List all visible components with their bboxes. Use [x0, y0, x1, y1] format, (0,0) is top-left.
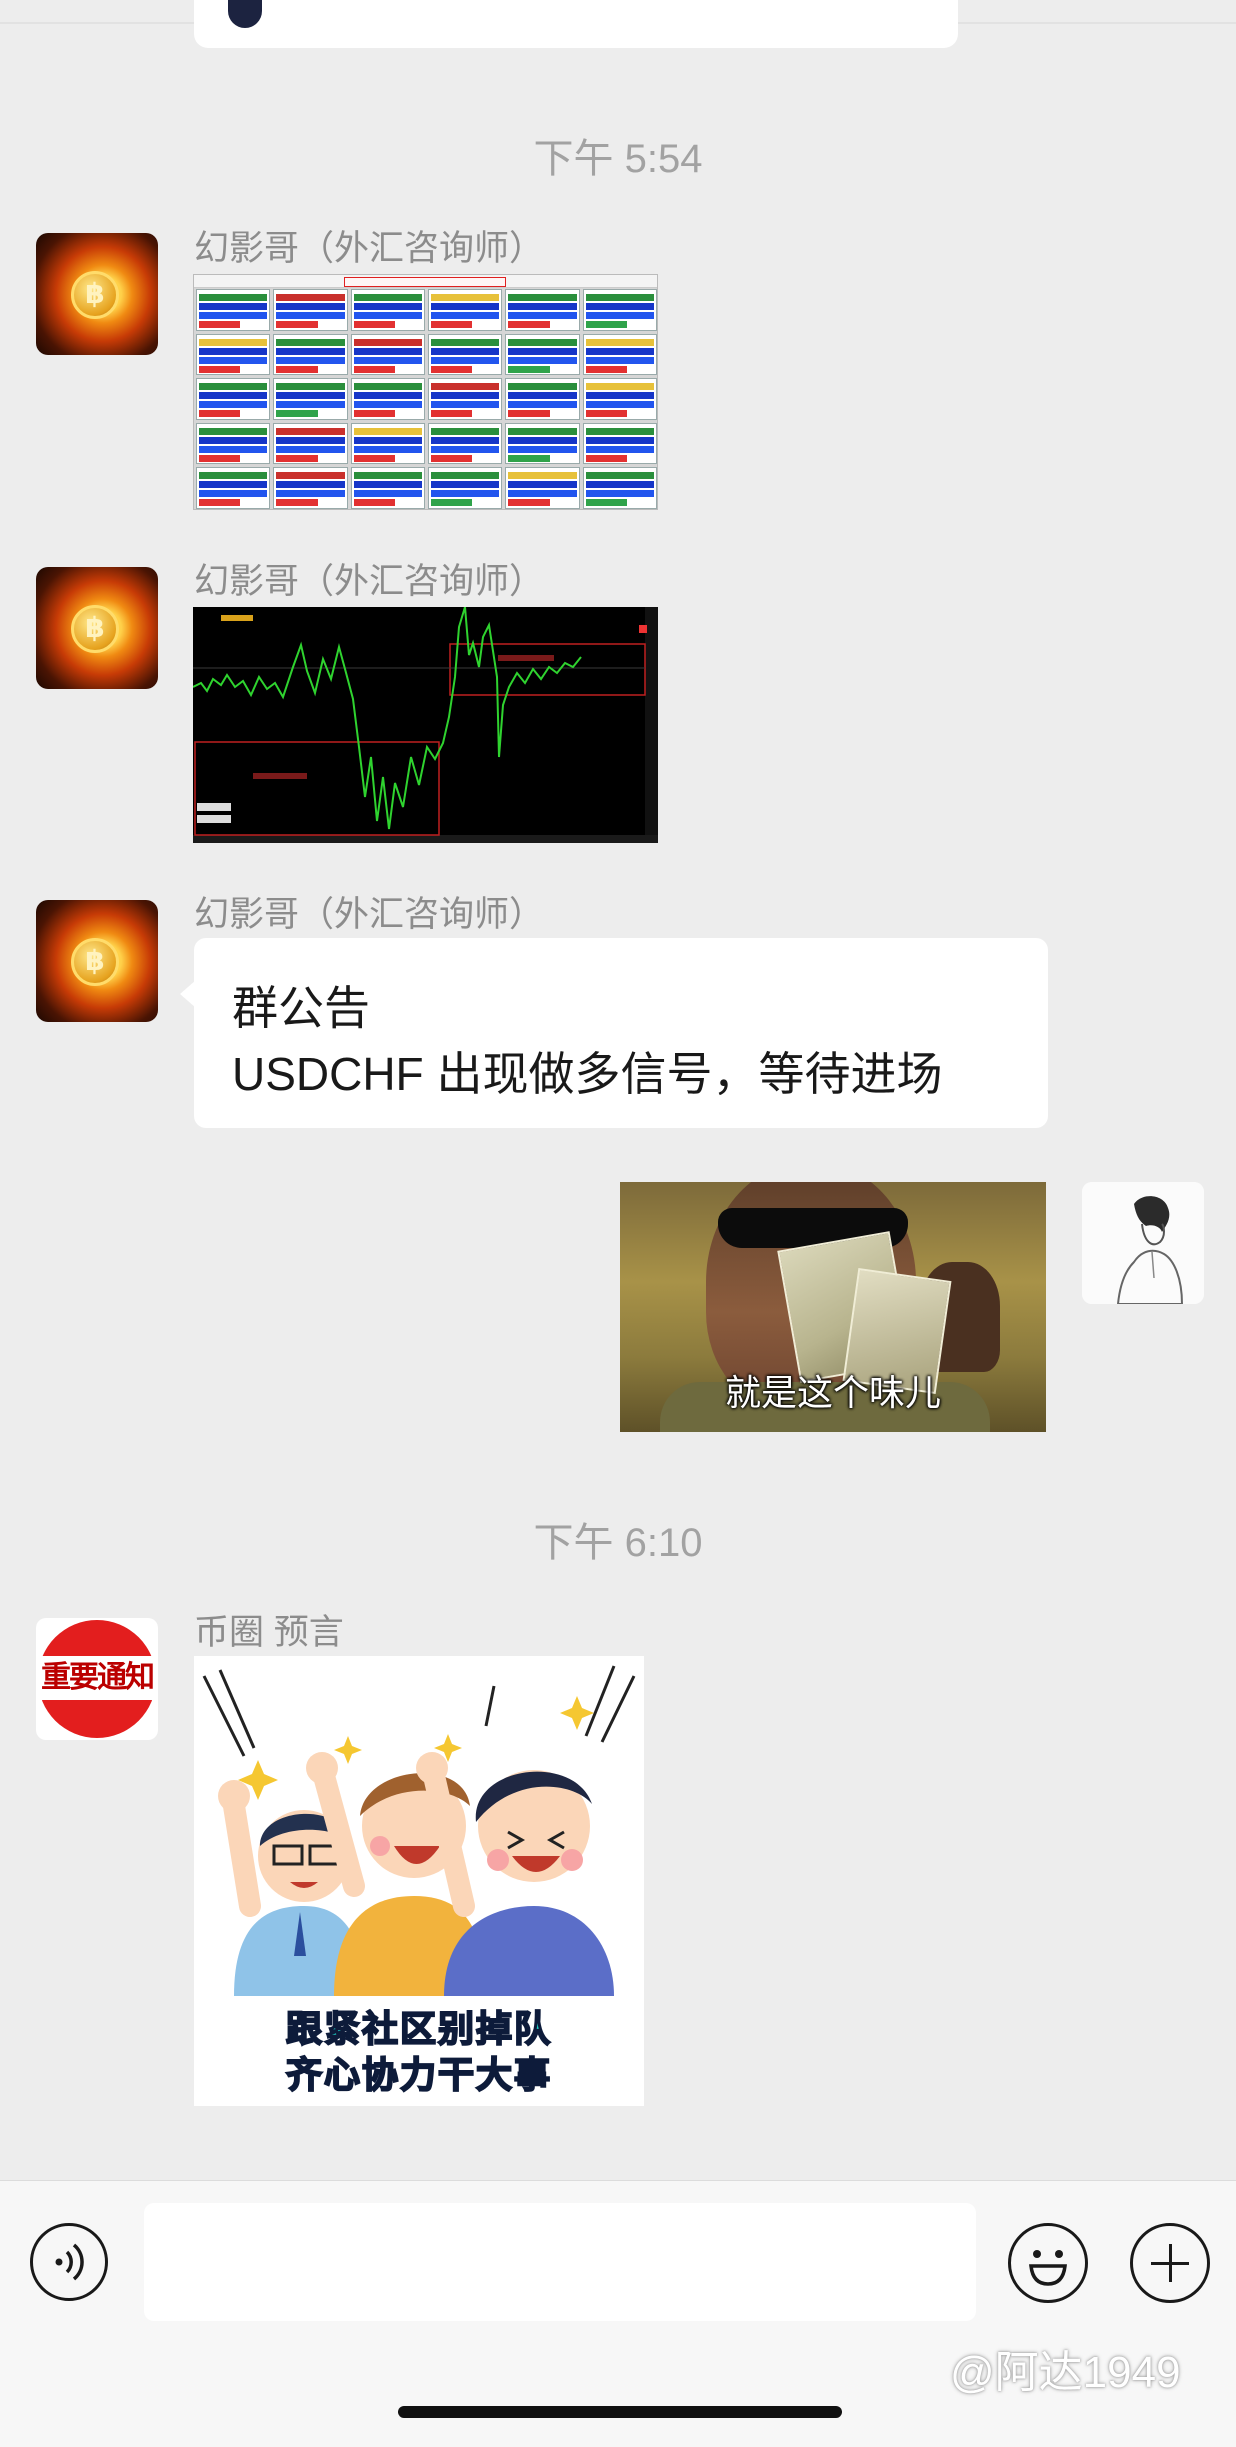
- home-indicator[interactable]: [398, 2406, 842, 2418]
- sender-name: 幻影哥（外汇咨询师）: [194, 229, 545, 268]
- emoji-icon[interactable]: [1008, 2223, 1088, 2303]
- sender-name: 幻影哥（外汇咨询师）: [194, 562, 545, 601]
- bitcoin-avatar[interactable]: ฿: [36, 567, 158, 689]
- announcement-bubble[interactable]: 群公告 USDCHF 出现做多信号，等待进场: [180, 938, 1048, 1128]
- message-input[interactable]: [144, 2203, 976, 2321]
- sticker-caption: 就是这个味儿: [724, 1372, 941, 1413]
- bitcoin-symbol-icon: ฿: [85, 612, 105, 643]
- notice-avatar[interactable]: 重要通知: [36, 1618, 158, 1740]
- cartoon-image[interactable]: 跟紧社区别掉队 齐心协力干大事: [194, 1656, 644, 2106]
- bitcoin-avatar[interactable]: ฿: [36, 233, 158, 355]
- watermark: @阿达1949: [950, 2348, 1181, 2397]
- sender-name: 币圈 预言: [194, 1613, 344, 1652]
- voice-icon[interactable]: [30, 2223, 108, 2301]
- self-avatar[interactable]: [1082, 1182, 1204, 1304]
- signal-grid: [196, 289, 657, 509]
- link-icon: [228, 0, 262, 28]
- sticker-image[interactable]: 就是这个味儿: [620, 1182, 1046, 1432]
- sketch-boy-icon: [1082, 1182, 1204, 1304]
- sender-name: 幻影哥（外汇咨询师）: [194, 895, 545, 934]
- window-title-highlight: [344, 277, 506, 287]
- trading-dashboard-image[interactable]: [193, 274, 658, 510]
- previous-message-bubble[interactable]: [194, 0, 958, 48]
- bitcoin-symbol-icon: ฿: [85, 945, 105, 976]
- cartoon-caption-line1: 跟紧社区别掉队: [285, 2007, 552, 2050]
- cheering-people-illustration: [202, 1665, 636, 1996]
- bitcoin-avatar[interactable]: ฿: [36, 900, 158, 1022]
- announcement-body: USDCHF 出现做多信号，等待进场: [232, 1048, 943, 1100]
- announcement-title: 群公告: [232, 982, 370, 1034]
- timestamp: 下午 6:10: [533, 1521, 703, 1565]
- plus-icon[interactable]: [1130, 2223, 1210, 2303]
- bitcoin-symbol-icon: ฿: [85, 278, 105, 309]
- timestamp: 下午 5:54: [533, 137, 703, 181]
- price-chart-graphic: [193, 607, 658, 843]
- cartoon-caption-line2: 齐心协力干大事: [285, 2053, 552, 2096]
- forex-chart-image[interactable]: [193, 607, 658, 843]
- avatar-label: 重要通知: [41, 1660, 155, 1695]
